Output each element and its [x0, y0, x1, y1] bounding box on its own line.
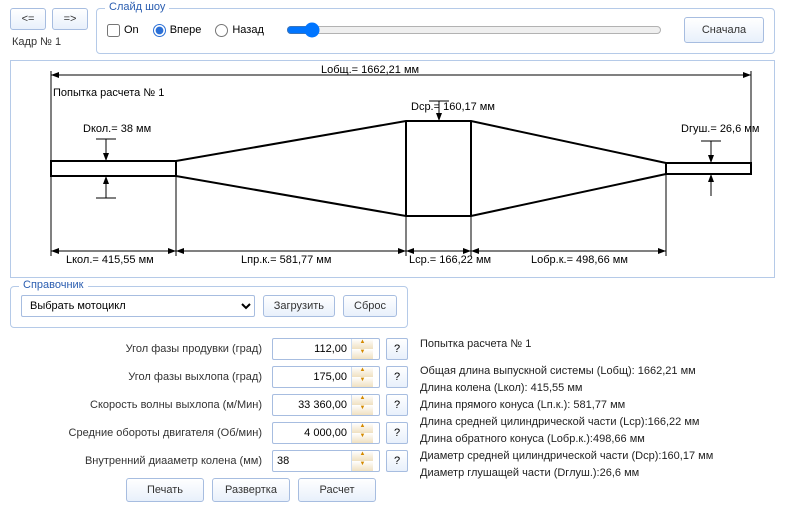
- on-checkbox[interactable]: On: [107, 24, 139, 37]
- stepper-icon[interactable]: ▲▼: [351, 367, 373, 387]
- help-button[interactable]: ?: [386, 338, 408, 360]
- result-line: Длина колена (Lкол): 415,55 мм: [420, 380, 775, 397]
- back-radio-label: Назад: [232, 24, 264, 36]
- back-radio[interactable]: Назад: [215, 24, 264, 37]
- forward-radio-label: Впере: [170, 24, 202, 36]
- result-line: Диаметр глушащей части (Dглуш.):26,6 мм: [420, 465, 775, 482]
- slideshow-group: Слайд шоу On Впере Назад Сначала: [96, 8, 775, 54]
- reset-button[interactable]: Сброс: [343, 295, 397, 317]
- result-line: Общая длина выпускной системы (Lобщ): 16…: [420, 363, 775, 380]
- inner-diameter-input[interactable]: ▲▼: [272, 450, 380, 472]
- exhaust-diagram: Lобщ.= 1662,21 мм Попытка расчета № 1 Dк…: [10, 60, 775, 278]
- dim-lobsh: Lобщ.= 1662,21 мм: [321, 64, 419, 76]
- result-line: Диаметр средней цилиндрической части (Dс…: [420, 448, 775, 465]
- back-radio-input[interactable]: [215, 24, 228, 37]
- dim-lkol: Lкол.= 415,55 мм: [66, 254, 154, 266]
- inner-diameter-label: Внутренний диааметр колена (мм): [10, 455, 266, 467]
- prev-button[interactable]: <=: [10, 8, 46, 30]
- on-checkbox-input[interactable]: [107, 24, 120, 37]
- dim-dcp: Dср.= 160,17 мм: [411, 101, 495, 113]
- reference-legend: Справочник: [19, 279, 88, 291]
- stepper-icon[interactable]: ▲▼: [351, 395, 373, 415]
- wave-speed-input[interactable]: ▲▼: [272, 394, 380, 416]
- dim-attempt: Попытка расчета № 1: [53, 87, 164, 99]
- result-line: Попытка расчета № 1: [420, 336, 775, 353]
- print-button[interactable]: Печать: [126, 478, 204, 502]
- stepper-icon[interactable]: ▲▼: [351, 339, 373, 359]
- slideshow-legend: Слайд шоу: [105, 1, 169, 13]
- on-checkbox-label: On: [124, 24, 139, 36]
- scavenge-angle-input[interactable]: ▲▼: [272, 338, 380, 360]
- motorcycle-select[interactable]: Выбрать мотоцикл: [21, 295, 255, 317]
- exhaust-angle-label: Угол фазы выхлопа (град): [10, 371, 266, 383]
- result-line: Длина обратного конуса (Lобр.к.):498,66 …: [420, 431, 775, 448]
- load-button[interactable]: Загрузить: [263, 295, 335, 317]
- exhaust-angle-input[interactable]: ▲▼: [272, 366, 380, 388]
- calculate-button[interactable]: Расчет: [298, 478, 376, 502]
- rpm-input[interactable]: ▲▼: [272, 422, 380, 444]
- help-button[interactable]: ?: [386, 422, 408, 444]
- stepper-icon[interactable]: ▲▼: [351, 451, 373, 471]
- dim-lprk: Lпр.к.= 581,77 мм: [241, 254, 331, 266]
- results-text: Попытка расчета № 1 Общая длина выпускно…: [420, 286, 775, 502]
- speed-slider[interactable]: [286, 22, 662, 38]
- dim-lobrk: Lобр.к.= 498,66 мм: [531, 254, 628, 266]
- frame-label: Кадр № 1: [10, 36, 88, 48]
- stepper-icon[interactable]: ▲▼: [351, 423, 373, 443]
- unfold-button[interactable]: Развертка: [212, 478, 290, 502]
- forward-radio[interactable]: Впере: [153, 24, 202, 37]
- forward-radio-input[interactable]: [153, 24, 166, 37]
- help-button[interactable]: ?: [386, 366, 408, 388]
- rpm-label: Средние обороты двигателя (Об/мин): [10, 427, 266, 439]
- dim-dgush: Dгуш.= 26,6 мм: [681, 123, 759, 135]
- result-line: Длина средней цилиндрической части (Lср)…: [420, 414, 775, 431]
- wave-speed-label: Скорость волны выхлопа (м/Мин): [10, 399, 266, 411]
- dim-lcp: Lср.= 166,22 мм: [409, 254, 491, 266]
- dim-dkol: Dкол.= 38 мм: [83, 123, 151, 135]
- restart-button[interactable]: Сначала: [684, 17, 764, 43]
- help-button[interactable]: ?: [386, 394, 408, 416]
- help-button[interactable]: ?: [386, 450, 408, 472]
- next-button[interactable]: =>: [52, 8, 88, 30]
- scavenge-angle-label: Угол фазы продувки (град): [10, 343, 266, 355]
- reference-group: Справочник Выбрать мотоцикл Загрузить Сб…: [10, 286, 408, 328]
- result-line: Длина прямого конуса (Lп.к.): 581,77 мм: [420, 397, 775, 414]
